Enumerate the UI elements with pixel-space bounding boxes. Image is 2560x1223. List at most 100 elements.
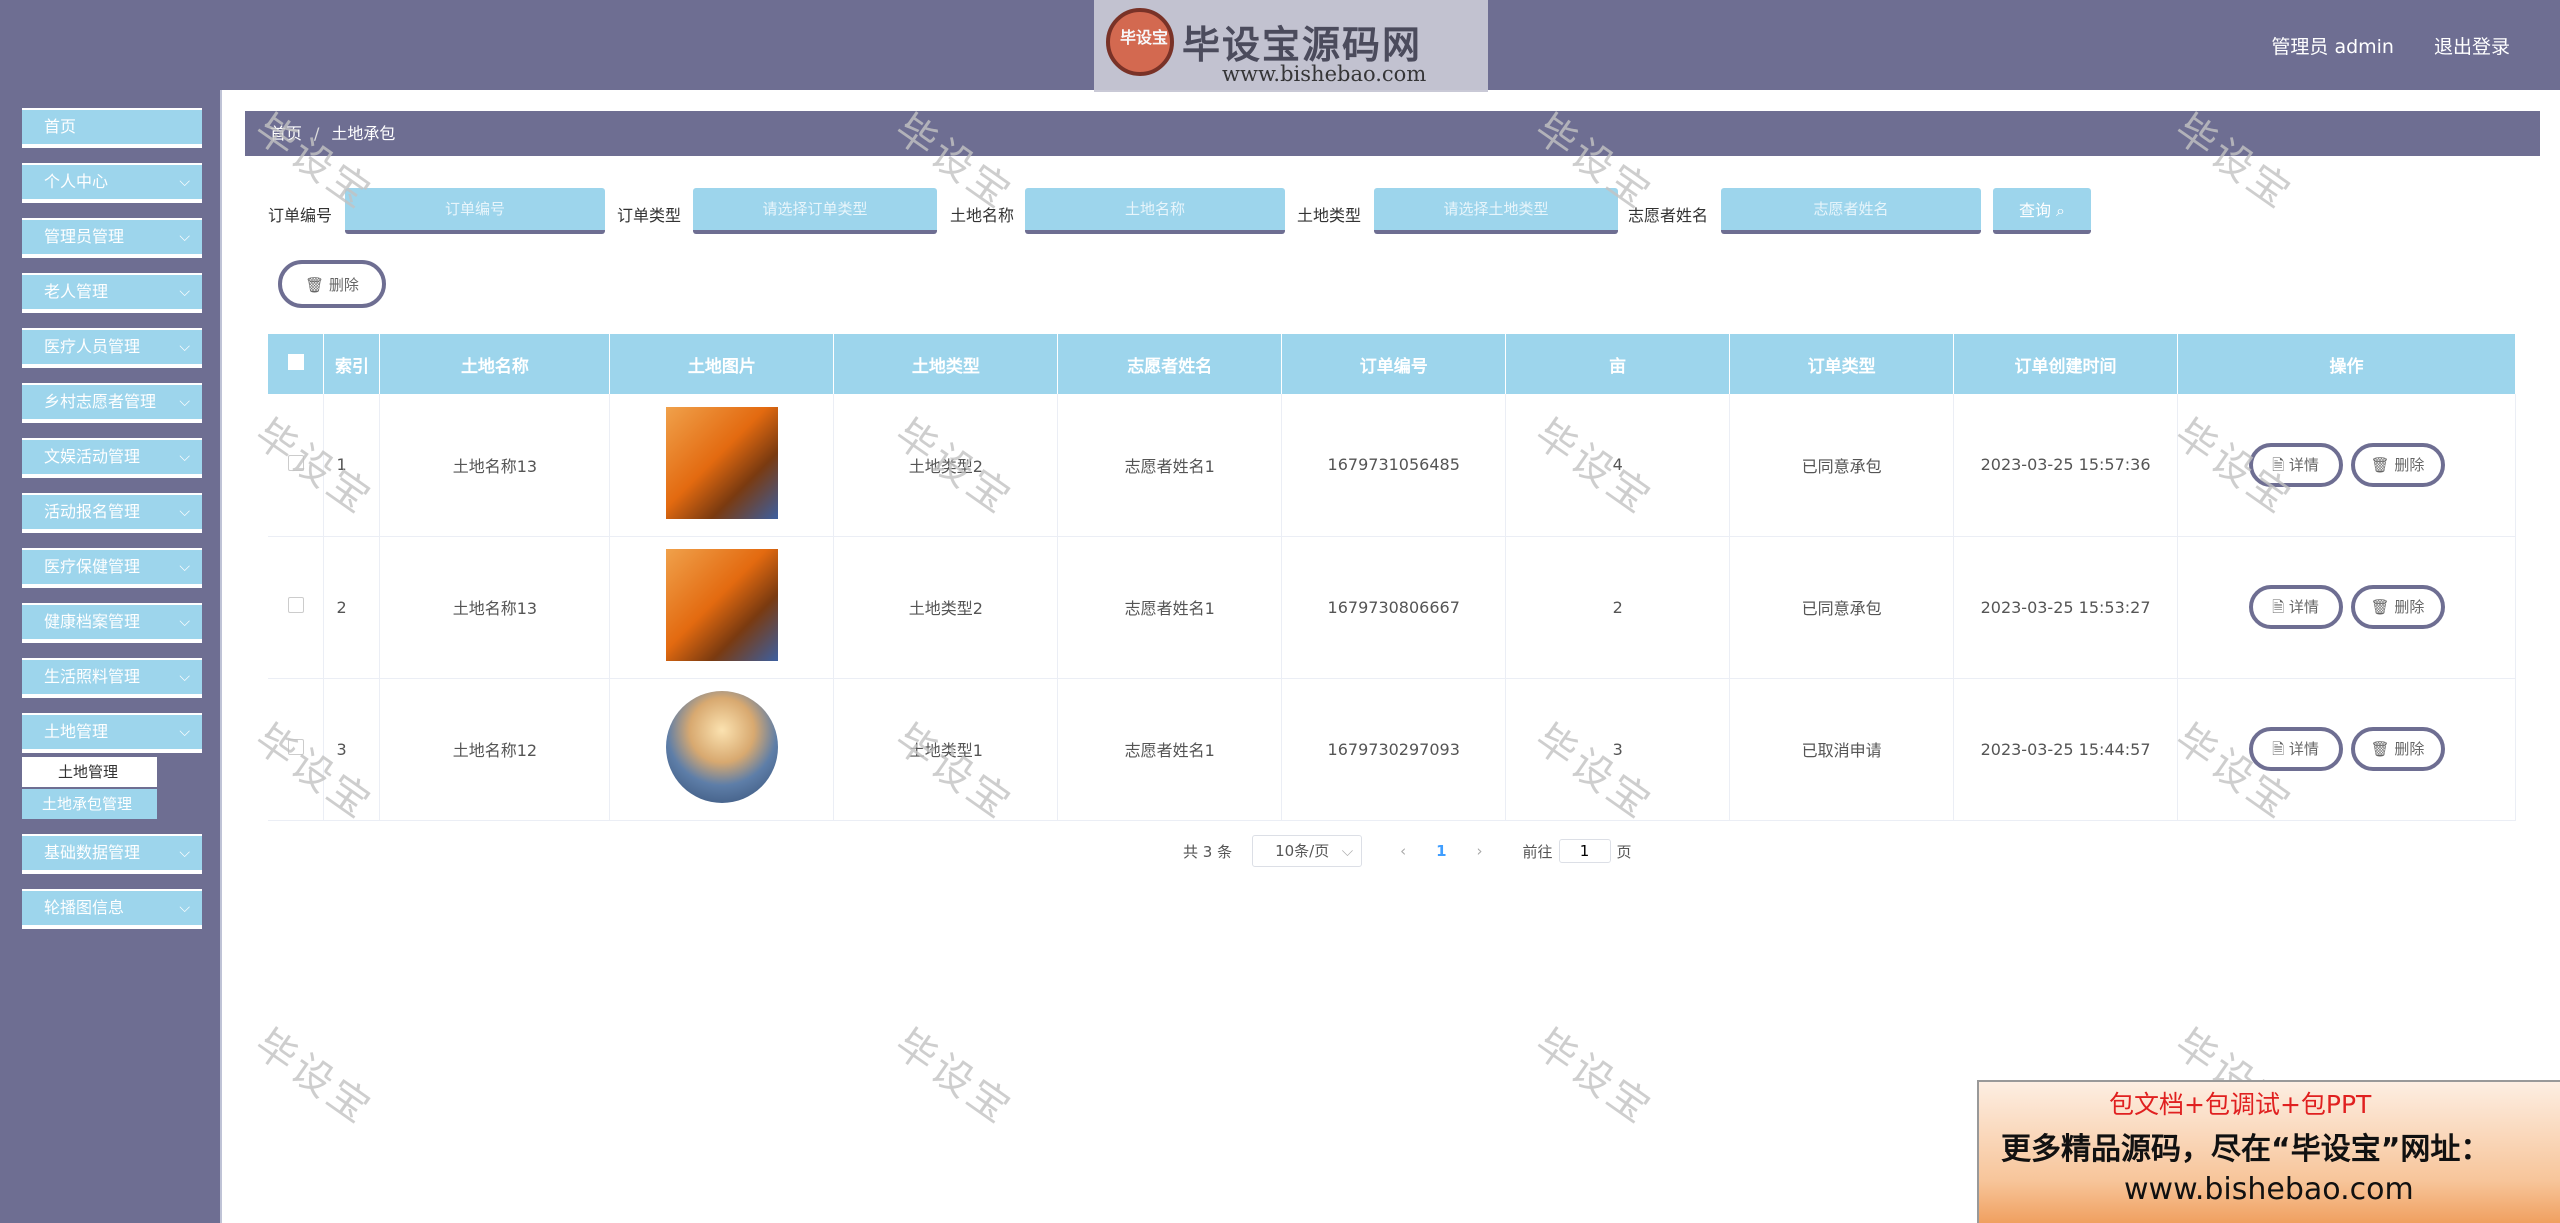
- sidebar-item-elderly[interactable]: 老人管理 ⌵: [22, 273, 202, 313]
- ad-line-1: 包文档+包调试+包PPT: [2109, 1090, 2372, 1119]
- delete-button[interactable]: 🗑 删除: [2350, 727, 2445, 771]
- volunteer-input[interactable]: [1721, 188, 1981, 234]
- chevron-down-icon: ⌵: [179, 229, 190, 245]
- cell-land-name: 土地名称13: [379, 536, 611, 679]
- trash-icon: 🗑: [2370, 598, 2395, 616]
- row-checkbox[interactable]: [268, 678, 325, 821]
- cell-land-name: 土地名称12: [379, 678, 611, 821]
- cell-mu: 4: [1505, 394, 1731, 537]
- cell-order-type: 已取消申请: [1729, 678, 1955, 821]
- table-row: 2 土地名称13 土地类型2 志愿者姓名1 1679730806667 2 已同…: [268, 536, 2516, 679]
- col-header-land-image: 土地图片: [609, 334, 835, 394]
- submenu-land-management[interactable]: 土地管理: [22, 757, 157, 787]
- land-thumbnail: [665, 691, 778, 803]
- land-type-label: 土地类型: [1297, 206, 1362, 225]
- chevron-down-icon: ⌵: [179, 339, 190, 355]
- chevron-down-icon: ⌵: [179, 900, 190, 916]
- sidebar-item-volunteers[interactable]: 乡村志愿者管理 ⌵: [22, 383, 202, 423]
- order-no-input[interactable]: [345, 188, 605, 234]
- logo-badge-icon: 毕设宝: [1106, 8, 1174, 76]
- cell-volunteer: 志愿者姓名1: [1057, 394, 1283, 537]
- logout-link[interactable]: 退出登录: [2434, 32, 2510, 59]
- table-row: 1 土地名称13 土地类型2 志愿者姓名1 1679731056485 4 已同…: [268, 394, 2516, 537]
- cell-index: 3: [323, 678, 381, 821]
- watermark-text: 毕设宝: [1526, 1020, 1661, 1134]
- chevron-down-icon: ⌵: [179, 559, 190, 575]
- land-name-input[interactable]: [1025, 188, 1285, 234]
- top-header: 毕设宝 毕设宝源码网 www.bishebao.com 管理员 admin 退出…: [0, 0, 2560, 92]
- cell-actions: 🗎 详情 🗑 删除: [2177, 678, 2516, 821]
- prev-page-icon[interactable]: ‹: [1400, 842, 1406, 860]
- breadcrumb-home[interactable]: 首页: [270, 124, 302, 143]
- detail-button[interactable]: 🗎 详情: [2248, 442, 2343, 487]
- sidebar-item-health-records[interactable]: 健康档案管理 ⌵: [22, 603, 202, 643]
- col-header-land-name[interactable]: 土地名称: [379, 334, 611, 394]
- sidebar-item-registration[interactable]: 活动报名管理 ⌵: [22, 493, 202, 533]
- select-all-checkbox[interactable]: [268, 334, 325, 394]
- land-type-select[interactable]: [1374, 188, 1618, 234]
- ad-banner[interactable]: 包文档+包调试+包PPT 更多精品源码，尽在“毕设宝”网址： www.bishe…: [1977, 1080, 2560, 1223]
- volunteer-label: 志愿者姓名: [1628, 206, 1709, 225]
- ad-line-2: 更多精品源码，尽在“毕设宝”网址：: [2001, 1132, 2491, 1167]
- next-page-icon[interactable]: ›: [1477, 842, 1483, 860]
- trash-icon: 🗑: [2370, 455, 2395, 474]
- col-header-mu[interactable]: 亩: [1505, 334, 1731, 394]
- delete-button[interactable]: 🗑 删除: [2350, 585, 2445, 629]
- col-header-order-type[interactable]: 订单类型: [1729, 334, 1955, 394]
- page-number-current[interactable]: 1: [1436, 842, 1446, 860]
- sidebar-item-activities[interactable]: 文娱活动管理 ⌵: [22, 438, 202, 478]
- cell-land-image: [609, 536, 835, 679]
- breadcrumb-current: 土地承包: [331, 124, 396, 143]
- ad-line-3: www.bishebao.com: [2124, 1172, 2414, 1207]
- cell-index: 1: [323, 394, 381, 537]
- sidebar-item-land[interactable]: 土地管理 ⌵: [22, 713, 202, 753]
- delete-button[interactable]: 🗑 删除: [2350, 442, 2445, 487]
- cell-land-image: [609, 394, 835, 537]
- sidebar-item-carousel[interactable]: 轮播图信息 ⌵: [22, 889, 202, 929]
- order-type-label: 订单类型: [617, 206, 682, 225]
- col-header-order-no[interactable]: 订单编号: [1281, 334, 1507, 394]
- sidebar-item-admin[interactable]: 管理员管理 ⌵: [22, 218, 202, 258]
- col-header-volunteer[interactable]: 志愿者姓名: [1057, 334, 1283, 394]
- chevron-down-icon: ⌵: [179, 669, 190, 685]
- cell-order-no: 1679730806667: [1281, 536, 1507, 679]
- cell-actions: 🗎 详情 🗑 删除: [2177, 536, 2516, 679]
- sidebar-item-daily-care[interactable]: 生活照料管理 ⌵: [22, 658, 202, 698]
- watermark-logo: 毕设宝 毕设宝源码网 www.bishebao.com: [1094, 0, 1488, 92]
- order-type-select[interactable]: [693, 188, 937, 234]
- cell-index: 2: [323, 536, 381, 679]
- cell-created: 2023-03-25 15:53:27: [1953, 536, 2179, 679]
- sidebar-item-personal-center[interactable]: 个人中心 ⌵: [22, 163, 202, 203]
- sidebar-item-healthcare[interactable]: 医疗保健管理 ⌵: [22, 548, 202, 588]
- detail-button[interactable]: 🗎 详情: [2248, 727, 2343, 771]
- sidebar-item-home[interactable]: 首页: [22, 108, 202, 148]
- cell-actions: 🗎 详情 🗑 删除: [2177, 394, 2516, 537]
- chevron-down-icon: ⌵: [179, 614, 190, 630]
- pagination: 共 3 条 10条/页⌵ ‹ 1 › 前往 页: [1183, 835, 1632, 867]
- row-checkbox[interactable]: [268, 394, 325, 537]
- cell-created: 2023-03-25 15:57:36: [1953, 394, 2179, 537]
- land-name-label: 土地名称: [950, 206, 1015, 225]
- row-checkbox[interactable]: [268, 536, 325, 679]
- submenu-land-contract[interactable]: 土地承包管理: [22, 789, 157, 819]
- document-icon: 🗎: [2272, 598, 2289, 616]
- document-icon: 🗎: [2272, 740, 2289, 758]
- col-header-land-type[interactable]: 土地类型: [833, 334, 1059, 394]
- land-contract-table: 索引 土地名称 土地图片 土地类型 志愿者姓名 订单编号 亩 订单类型 订单创建…: [268, 334, 2516, 821]
- sidebar-item-base-data[interactable]: 基础数据管理 ⌵: [22, 834, 202, 874]
- goto-label: 前往: [1522, 842, 1553, 861]
- col-header-created[interactable]: 订单创建时间: [1953, 334, 2179, 394]
- batch-delete-button[interactable]: 🗑 删除: [278, 260, 386, 308]
- chevron-down-icon: ⌵: [179, 504, 190, 520]
- chevron-down-icon: ⌵: [179, 394, 190, 410]
- search-button[interactable]: 查询 ⌕: [1993, 188, 2091, 234]
- cell-created: 2023-03-25 15:44:57: [1953, 678, 2179, 821]
- page-size-select[interactable]: 10条/页 ⌵: [1252, 835, 1363, 867]
- trash-icon: 🗑: [2370, 740, 2395, 758]
- breadcrumb: 首页 / 土地承包: [245, 111, 2540, 156]
- pagination-total: 共 3 条: [1183, 842, 1233, 861]
- goto-page-input[interactable]: [1558, 839, 1611, 863]
- sidebar-item-medical-staff[interactable]: 医疗人员管理 ⌵: [22, 328, 202, 368]
- user-label: 管理员 admin: [2271, 36, 2394, 58]
- detail-button[interactable]: 🗎 详情: [2248, 585, 2343, 629]
